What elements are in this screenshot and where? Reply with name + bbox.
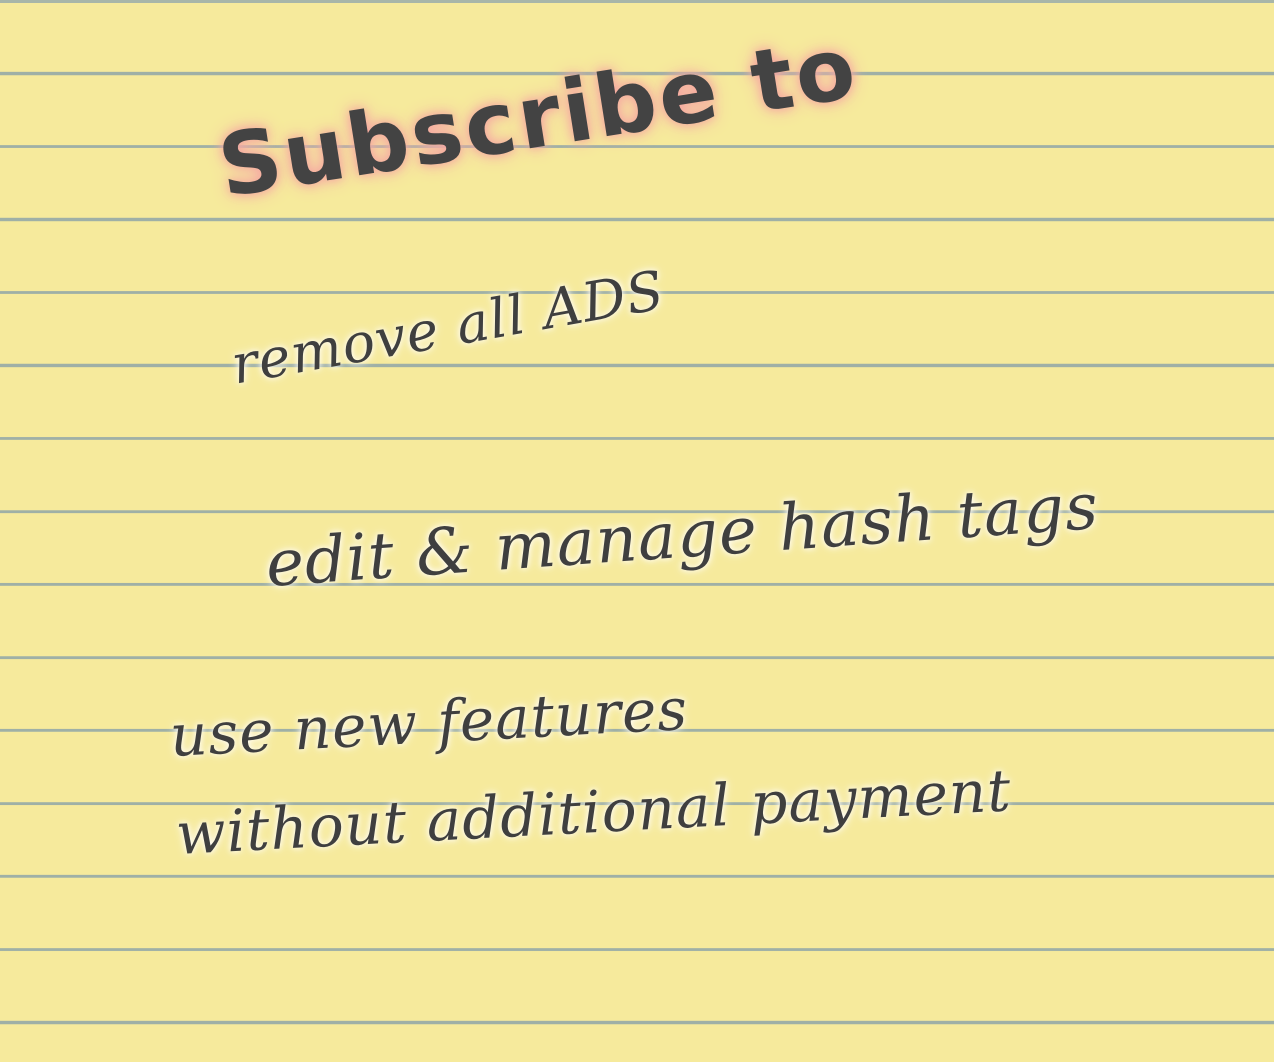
benefit-hashtags: edit & manage hash tags bbox=[263, 469, 1102, 602]
benefit-remove-ads: remove all ADS bbox=[226, 258, 670, 397]
lined-paper-background: Subscribe to remove all ADS edit & manag… bbox=[0, 0, 1274, 1062]
subscribe-title: Subscribe to bbox=[212, 17, 865, 218]
benefit-new-features: use new features bbox=[168, 674, 690, 770]
benefit-no-payment: without additional payment bbox=[174, 756, 1014, 868]
paper-top-rule bbox=[0, 0, 1274, 3]
